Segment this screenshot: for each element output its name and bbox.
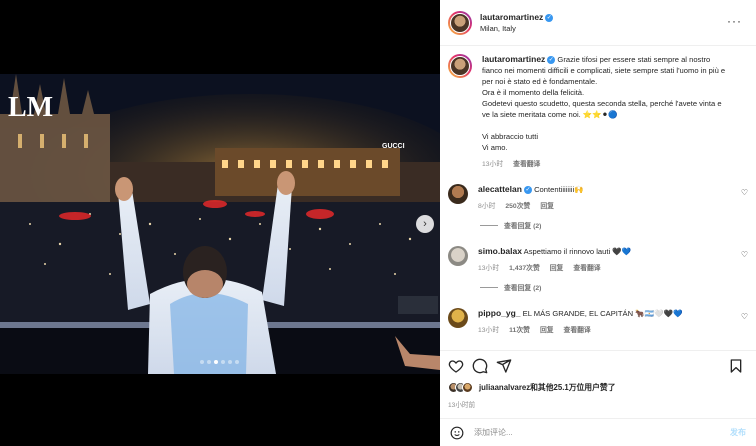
translate-link[interactable]: 查看翻译 xyxy=(573,262,600,272)
divider xyxy=(480,224,498,226)
comment-time[interactable]: 13小时 xyxy=(478,324,499,334)
share-icon[interactable] xyxy=(496,358,512,374)
likes-text[interactable]: juliaanalvarez和其他25.1万位用户赞了 xyxy=(479,382,616,393)
comment-username[interactable]: alecattelan xyxy=(478,184,522,194)
post-photo[interactable]: GUCCI LM xyxy=(0,74,440,374)
reply-button[interactable]: 回复 xyxy=(550,262,564,272)
photo-scene: GUCCI LM xyxy=(0,74,440,374)
caption-username[interactable]: lautaromartinez xyxy=(482,54,545,64)
avatar[interactable] xyxy=(448,54,472,78)
comment-username[interactable]: pippo_yg_ xyxy=(478,308,521,318)
carousel-dot xyxy=(207,360,211,364)
carousel-dot xyxy=(214,360,218,364)
view-replies-label: 查看回复 (2) xyxy=(504,223,542,230)
post-location[interactable]: Milan, Italy xyxy=(480,24,553,33)
avatar[interactable] xyxy=(448,10,472,35)
emoji-icon[interactable] xyxy=(450,426,464,440)
view-replies-button[interactable]: 查看回复 (2) xyxy=(480,220,756,230)
comment-likes[interactable]: 250次赞 xyxy=(505,200,530,210)
bookmark-icon[interactable] xyxy=(728,358,744,374)
heart-icon[interactable]: ♡ xyxy=(741,188,748,197)
comment-likes[interactable]: 1,437次赞 xyxy=(509,262,540,272)
comment-text: EL MÁS GRANDE, EL CAPITÁN 🐂🇦🇷🤍🖤💙 xyxy=(522,309,683,318)
chevron-right-icon: › xyxy=(423,218,427,230)
reply-button[interactable]: 回复 xyxy=(540,200,554,210)
likes-summary[interactable]: juliaanalvarez和其他25.1万位用户赞了 xyxy=(448,382,616,393)
comment-icon[interactable] xyxy=(472,358,488,374)
view-replies-label: 查看回复 (2) xyxy=(504,285,542,292)
more-horizontal-icon[interactable]: ··· xyxy=(727,14,742,28)
action-bar xyxy=(440,350,756,380)
heart-icon[interactable]: ♡ xyxy=(741,312,748,321)
add-comment-bar: 发布 xyxy=(440,418,756,446)
caption-text: Grazie tifosi per essere stati sempre al… xyxy=(482,55,726,152)
heart-icon[interactable]: ♡ xyxy=(741,250,748,259)
author-username[interactable]: lautaromartinez xyxy=(480,12,543,22)
comment-item: pippo_yg_ EL MÁS GRANDE, EL CAPITÁN 🐂🇦🇷🤍… xyxy=(440,308,756,334)
comment-text: Aspettiamo il rinnovo lauti 🖤💙 xyxy=(523,247,632,256)
avatar[interactable] xyxy=(448,308,468,328)
avatar[interactable] xyxy=(448,184,468,204)
carousel-dot xyxy=(235,360,239,364)
comment-item: simo.balax Aspettiamo il rinnovo lauti 🖤… xyxy=(440,246,756,272)
comment-input[interactable] xyxy=(474,428,730,437)
verified-badge-icon: ✓ xyxy=(545,13,554,22)
divider xyxy=(480,286,498,288)
comments-scroll-area[interactable]: lautaromartinez ✓ Grazie tifosi per esser… xyxy=(440,46,756,350)
comment-likes[interactable]: 11次赞 xyxy=(509,324,530,334)
comment-time[interactable]: 8小时 xyxy=(478,200,495,210)
media-panel: GUCCI LM › xyxy=(0,0,440,446)
carousel-dot xyxy=(228,360,232,364)
comment-time[interactable]: 13小时 xyxy=(478,262,499,272)
verified-badge-icon: ✓ xyxy=(547,56,556,64)
view-replies-button[interactable]: 查看回复 (2) xyxy=(480,282,756,292)
comment-username[interactable]: simo.balax xyxy=(478,246,522,256)
comment-text: Contentiiiiiiii🙌 xyxy=(534,185,584,194)
post-header: lautaromartinez ✓ Milan, Italy ··· xyxy=(440,0,756,46)
carousel-indicator xyxy=(200,360,239,364)
lm-logo: LM xyxy=(8,92,53,123)
gucci-sign: GUCCI xyxy=(382,143,405,150)
liker-avatars xyxy=(448,382,473,393)
post-comment-button[interactable]: 发布 xyxy=(730,427,746,438)
reply-button[interactable]: 回复 xyxy=(540,324,554,334)
post-time[interactable]: 13小时前 xyxy=(448,399,475,409)
carousel-dot xyxy=(221,360,225,364)
instagram-post-view: GUCCI LM › lautaromartinez ✓ Milan, Ital… xyxy=(0,0,756,446)
avatar[interactable] xyxy=(448,246,468,266)
caption: lautaromartinez ✓ Grazie tifosi per esser… xyxy=(440,46,756,168)
caption-time[interactable]: 13小时 xyxy=(482,158,503,168)
post-sidebar: lautaromartinez ✓ Milan, Italy ··· lautar… xyxy=(440,0,756,446)
carousel-next-button[interactable]: › xyxy=(416,215,434,233)
translate-link[interactable]: 查看翻译 xyxy=(564,324,591,334)
verified-badge-icon: ✓ xyxy=(523,186,532,194)
heart-icon[interactable] xyxy=(448,358,464,374)
carousel-dot xyxy=(200,360,204,364)
comment-item: alecattelan ✓ Contentiiiiiiii🙌 8小时 250次赞 … xyxy=(440,184,756,210)
translate-link[interactable]: 查看翻译 xyxy=(513,158,540,168)
